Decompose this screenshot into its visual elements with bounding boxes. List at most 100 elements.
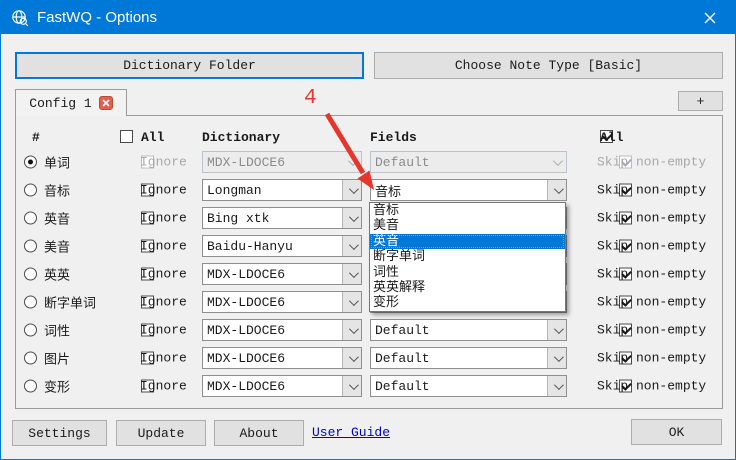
column-header-number: # bbox=[32, 130, 40, 145]
skip-label: Skip non-empty bbox=[597, 351, 706, 366]
dictionary-combo[interactable]: Longman bbox=[202, 179, 362, 201]
ignore-all-checkbox[interactable] bbox=[120, 130, 133, 143]
field-radio[interactable] bbox=[24, 352, 37, 365]
dictionary-combo[interactable]: MDX-LDOCE6 bbox=[202, 319, 362, 341]
field-radio[interactable] bbox=[24, 268, 37, 281]
column-header-dictionary: Dictionary bbox=[202, 130, 280, 145]
dropdown-item[interactable]: 美音 bbox=[370, 218, 565, 233]
ignore-label: Ignore bbox=[140, 295, 187, 310]
dropdown-item[interactable]: 英英解释 bbox=[370, 280, 565, 295]
combo-value: Default bbox=[371, 155, 547, 170]
combo-value: MDX-LDOCE6 bbox=[203, 155, 342, 170]
fields-dropdown-list: 音标 美音 英音 断字单词 词性 英英解释 变形 bbox=[369, 202, 566, 312]
skip-label: Skip non-empty bbox=[597, 239, 706, 254]
column-header-all-right: All bbox=[600, 130, 623, 145]
tab-config-1[interactable]: Config 1 bbox=[15, 89, 127, 116]
field-radio[interactable] bbox=[24, 156, 37, 169]
ignore-label: Ignore bbox=[140, 155, 187, 170]
row-label: 英英 bbox=[44, 265, 70, 284]
dropdown-item[interactable]: 变形 bbox=[370, 295, 565, 310]
dictionary-combo[interactable]: Bing xtk bbox=[202, 207, 362, 229]
row-label: 变形 bbox=[44, 377, 70, 396]
table-row: 音标 Ignore Longman 音标 Skip non-empty bbox=[16, 176, 722, 204]
window-title: FastWQ - Options bbox=[37, 9, 695, 26]
combo-value: 音标 bbox=[371, 181, 547, 200]
dictionary-combo: MDX-LDOCE6 bbox=[202, 151, 362, 173]
update-button[interactable]: Update bbox=[116, 420, 206, 446]
row-label: 英音 bbox=[44, 209, 70, 228]
skip-label: Skip non-empty bbox=[597, 267, 706, 282]
ignore-label: Ignore bbox=[140, 267, 187, 282]
column-header-all-left: All bbox=[141, 130, 164, 145]
skip-label: Skip non-empty bbox=[597, 379, 706, 394]
ok-button[interactable]: OK bbox=[631, 419, 722, 445]
fields-combo[interactable]: Default bbox=[370, 347, 567, 369]
skip-label: Skip non-empty bbox=[597, 155, 706, 170]
chevron-down-icon bbox=[342, 208, 361, 228]
combo-value: MDX-LDOCE6 bbox=[203, 295, 342, 310]
field-radio[interactable] bbox=[24, 380, 37, 393]
column-header-fields: Fields bbox=[370, 130, 417, 145]
chevron-down-icon bbox=[342, 236, 361, 256]
table-header: # All Dictionary Fields All bbox=[16, 116, 722, 133]
chevron-down-icon bbox=[547, 180, 566, 200]
combo-value: MDX-LDOCE6 bbox=[203, 379, 342, 394]
chevron-down-icon bbox=[342, 376, 361, 396]
combo-value: MDX-LDOCE6 bbox=[203, 351, 342, 366]
skip-label: Skip non-empty bbox=[597, 211, 706, 226]
field-radio[interactable] bbox=[24, 184, 37, 197]
close-icon bbox=[704, 12, 716, 24]
fields-combo[interactable]: Default bbox=[370, 375, 567, 397]
combo-value: Default bbox=[371, 351, 547, 366]
dictionary-combo[interactable]: MDX-LDOCE6 bbox=[202, 375, 362, 397]
row-label: 美音 bbox=[44, 237, 70, 256]
tab-close-icon[interactable] bbox=[99, 96, 113, 110]
close-window-button[interactable] bbox=[695, 5, 725, 31]
chevron-down-icon bbox=[342, 292, 361, 312]
chevron-down-icon bbox=[547, 376, 566, 396]
chevron-down-icon bbox=[342, 320, 361, 340]
dictionary-combo[interactable]: MDX-LDOCE6 bbox=[202, 291, 362, 313]
dropdown-item[interactable]: 词性 bbox=[370, 265, 565, 280]
field-radio[interactable] bbox=[24, 324, 37, 337]
about-button[interactable]: About bbox=[214, 420, 304, 446]
settings-button[interactable]: Settings bbox=[12, 420, 107, 446]
choose-note-type-button[interactable]: Choose Note Type [Basic] bbox=[374, 52, 723, 79]
dictionary-combo[interactable]: MDX-LDOCE6 bbox=[202, 347, 362, 369]
combo-value: Default bbox=[371, 379, 547, 394]
field-radio[interactable] bbox=[24, 296, 37, 309]
row-label: 音标 bbox=[44, 181, 70, 200]
skip-label: Skip non-empty bbox=[597, 295, 706, 310]
dropdown-item-selected[interactable]: 英音 bbox=[370, 234, 565, 249]
table-row: 图片 Ignore MDX-LDOCE6 Default Skip non-em… bbox=[16, 344, 722, 372]
chevron-down-icon bbox=[342, 180, 361, 200]
ignore-label: Ignore bbox=[140, 239, 187, 254]
dropdown-item[interactable]: 音标 bbox=[370, 203, 565, 218]
app-globe-icon bbox=[11, 9, 29, 27]
skip-label: Skip non-empty bbox=[597, 183, 706, 198]
combo-value: Longman bbox=[203, 183, 342, 198]
title-bar: FastWQ - Options bbox=[1, 1, 735, 34]
table-row: 变形 Ignore MDX-LDOCE6 Default Skip non-em… bbox=[16, 372, 722, 400]
skip-label: Skip non-empty bbox=[597, 323, 706, 338]
table-row: 单词 Ignore MDX-LDOCE6 Default Skip non-em… bbox=[16, 148, 722, 176]
field-radio[interactable] bbox=[24, 240, 37, 253]
fields-combo: Default bbox=[370, 151, 567, 173]
dictionary-combo[interactable]: MDX-LDOCE6 bbox=[202, 263, 362, 285]
combo-value: MDX-LDOCE6 bbox=[203, 323, 342, 338]
chevron-down-icon bbox=[547, 348, 566, 368]
dictionary-folder-button[interactable]: Dictionary Folder bbox=[15, 52, 364, 79]
chevron-down-icon bbox=[547, 320, 566, 340]
ignore-label: Ignore bbox=[140, 379, 187, 394]
add-config-tab-button[interactable]: + bbox=[678, 91, 723, 111]
chevron-down-icon bbox=[342, 348, 361, 368]
ignore-label: Ignore bbox=[140, 211, 187, 226]
field-radio[interactable] bbox=[24, 212, 37, 225]
chevron-down-icon bbox=[547, 152, 566, 172]
ignore-label: Ignore bbox=[140, 351, 187, 366]
user-guide-link[interactable]: User Guide bbox=[312, 425, 390, 440]
dropdown-item[interactable]: 断字单词 bbox=[370, 249, 565, 264]
fields-combo-open[interactable]: 音标 bbox=[370, 179, 567, 201]
dictionary-combo[interactable]: Baidu-Hanyu bbox=[202, 235, 362, 257]
fields-combo[interactable]: Default bbox=[370, 319, 567, 341]
